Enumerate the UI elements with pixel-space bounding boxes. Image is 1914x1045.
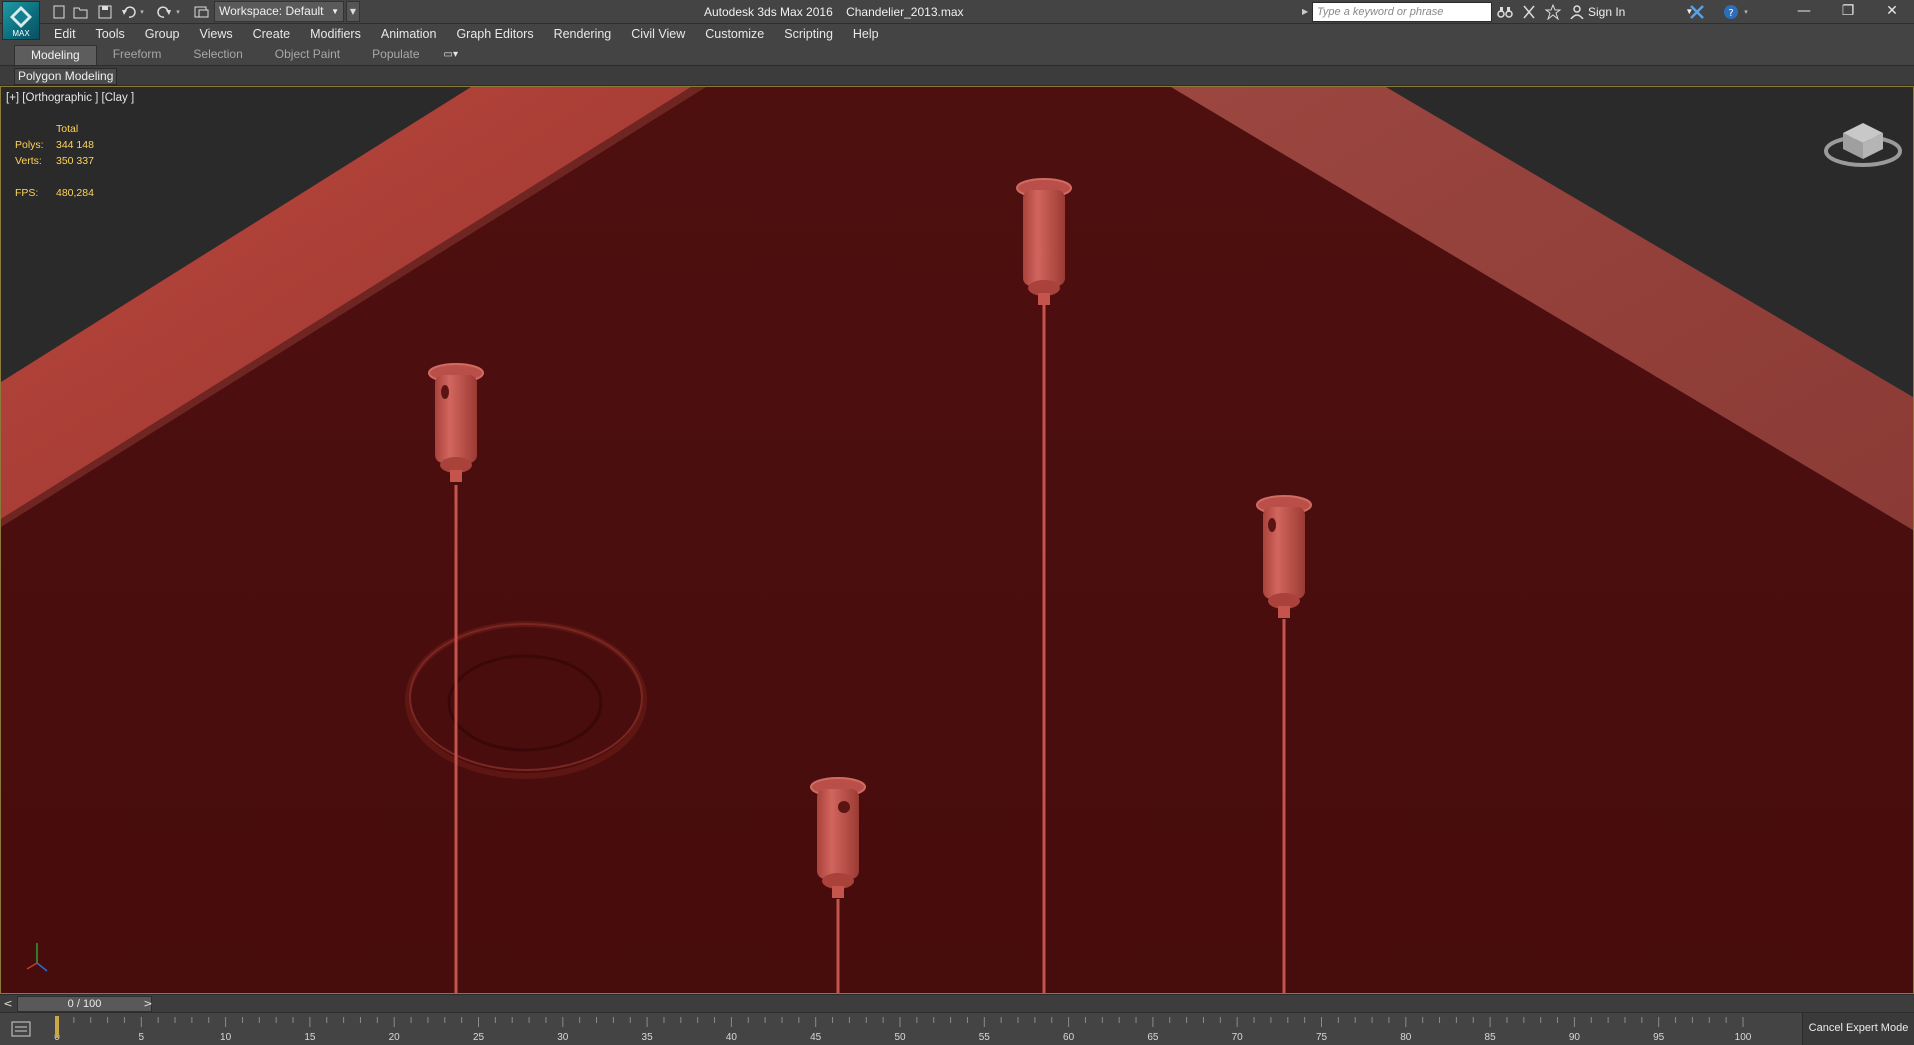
app-title: Autodesk 3ds Max 2016 [704, 5, 833, 19]
ribbon-tabs: Modeling Freeform Selection Object Paint… [0, 45, 1914, 65]
redo-icon[interactable] [155, 3, 173, 21]
menu-rendering[interactable]: Rendering [544, 24, 622, 45]
svg-text:?: ? [1728, 8, 1733, 19]
window-title: Autodesk 3ds Max 2016 Chandelier_2013.ma… [704, 0, 964, 24]
search-expand-icon[interactable]: ▶ [1302, 3, 1312, 21]
quick-access-customize-button[interactable]: ▼ [346, 1, 360, 22]
scene-render [1, 87, 1913, 993]
frame-tick-label: 55 [979, 1032, 991, 1043]
binoculars-icon[interactable] [1496, 3, 1514, 21]
undo-dropdown-icon[interactable]: ▾ [138, 3, 146, 21]
cancel-expert-mode-button[interactable]: Cancel Expert Mode [1802, 1013, 1914, 1045]
verts-value: 350 337 [56, 155, 94, 167]
stats-header: Total [56, 123, 79, 135]
tab-object-paint[interactable]: Object Paint [259, 45, 356, 65]
save-icon[interactable] [96, 3, 114, 21]
menu-modifiers[interactable]: Modifiers [300, 24, 371, 45]
user-icon [1570, 5, 1584, 19]
frame-tick-label: 45 [810, 1032, 822, 1043]
frame-tick-label: 75 [1316, 1032, 1328, 1043]
panel-title-polygon-modeling[interactable]: Polygon Modeling [14, 68, 118, 85]
menu-edit[interactable]: Edit [44, 24, 86, 45]
frame-tick-label: 35 [642, 1032, 654, 1043]
tab-freeform[interactable]: Freeform [97, 45, 178, 65]
viewport-orthographic[interactable]: [+] [Orthographic ] [Clay ] Total Polys:… [0, 86, 1914, 994]
menu-animation[interactable]: Animation [371, 24, 447, 45]
frame-tick-label: 30 [557, 1032, 569, 1043]
workspace-dropdown[interactable]: Workspace: Default ▼ [214, 1, 344, 22]
menu-scripting[interactable]: Scripting [774, 24, 843, 45]
sign-in-label: Sign In [1588, 5, 1626, 19]
fps-value: 480,284 [56, 187, 94, 199]
ribbon-panel: Polygon Modeling [0, 65, 1914, 86]
time-slider-next-button[interactable]: > [141, 995, 155, 1013]
menu-views[interactable]: Views [189, 24, 242, 45]
favorites-star-icon[interactable] [1544, 3, 1562, 21]
tab-populate[interactable]: Populate [356, 45, 435, 65]
menu-create[interactable]: Create [243, 24, 301, 45]
frame-tick-label: 25 [473, 1032, 485, 1043]
frame-tick-label: 90 [1569, 1032, 1581, 1043]
menu-bar: Edit Tools Group Views Create Modifiers … [44, 24, 889, 45]
ribbon-minimize-toggle[interactable]: ▭▾ [436, 45, 466, 65]
polys-value: 344 148 [56, 139, 94, 151]
menu-customize[interactable]: Customize [695, 24, 774, 45]
menu-help[interactable]: Help [843, 24, 889, 45]
frame-tick-label: 60 [1063, 1032, 1075, 1043]
viewport-label[interactable]: [+] [Orthographic ] [Clay ] [6, 92, 134, 104]
redo-dropdown-icon[interactable]: ▾ [174, 3, 182, 21]
search-input[interactable] [1312, 2, 1492, 22]
frame-tick-label: 70 [1232, 1032, 1244, 1043]
ribbon-display-icon: ▭▾ [443, 49, 458, 60]
verts-label: Verts: [15, 155, 42, 167]
frame-tick-label: 95 [1653, 1032, 1665, 1043]
app-logo-button[interactable]: MAX [2, 1, 40, 40]
sign-in-button[interactable]: Sign In ▼ [1570, 0, 1693, 24]
time-slider-prev-button[interactable]: < [1, 995, 15, 1013]
frame-tick-label: 80 [1400, 1032, 1412, 1043]
logo-text: MAX [12, 29, 30, 38]
exchange-icon[interactable] [1688, 3, 1706, 21]
trackbar[interactable]: 0510152025303540455055606570758085909510… [0, 1012, 1914, 1045]
menu-tools[interactable]: Tools [86, 24, 135, 45]
menu-graph-editors[interactable]: Graph Editors [446, 24, 543, 45]
frame-tick-label: 65 [1147, 1032, 1159, 1043]
frame-ruler[interactable]: 0510152025303540455055606570758085909510… [0, 1013, 1800, 1045]
restore-button[interactable]: ❐ [1826, 0, 1870, 24]
frame-tick-label: 15 [304, 1032, 316, 1043]
viewcube-icon[interactable] [1823, 115, 1903, 175]
max-logo-icon [10, 6, 32, 28]
frame-tick-label: 20 [389, 1032, 401, 1043]
minimize-button[interactable]: — [1782, 0, 1826, 24]
undo-icon[interactable] [120, 3, 138, 21]
time-slider-thumb[interactable]: 0 / 100 [17, 996, 152, 1012]
frame-tick-label: 50 [894, 1032, 906, 1043]
tab-modeling[interactable]: Modeling [14, 45, 97, 65]
workspace-label: Workspace: Default [219, 4, 324, 18]
subscription-icon[interactable] [1520, 3, 1538, 21]
fps-label: FPS: [15, 187, 39, 199]
current-frame-marker[interactable] [55, 1016, 59, 1038]
new-file-icon[interactable] [50, 3, 68, 21]
time-slider[interactable]: < 0 / 100 > [0, 994, 1914, 1012]
frame-tick-label: 5 [139, 1032, 145, 1043]
frame-tick-label: 40 [726, 1032, 738, 1043]
close-button[interactable]: ✕ [1870, 0, 1914, 24]
open-file-icon[interactable] [72, 3, 90, 21]
title-bar: MAX ▾ ▾ Workspace: Default ▼ ▼ Autodesk … [0, 0, 1914, 40]
tab-selection[interactable]: Selection [177, 45, 258, 65]
help-dropdown-icon[interactable]: ▾ [1742, 3, 1750, 21]
frame-tick-label: 100 [1735, 1032, 1752, 1043]
frame-tick-label: 10 [220, 1032, 232, 1043]
help-icon[interactable]: ? [1722, 3, 1740, 21]
project-folder-icon[interactable] [193, 3, 211, 21]
menu-group[interactable]: Group [135, 24, 190, 45]
menu-civil-view[interactable]: Civil View [621, 24, 695, 45]
file-name: Chandelier_2013.max [846, 5, 964, 19]
polys-label: Polys: [15, 139, 44, 151]
axis-tripod-icon [26, 943, 48, 972]
frame-tick-label: 85 [1485, 1032, 1497, 1043]
chevron-down-icon: ▼ [331, 7, 339, 16]
